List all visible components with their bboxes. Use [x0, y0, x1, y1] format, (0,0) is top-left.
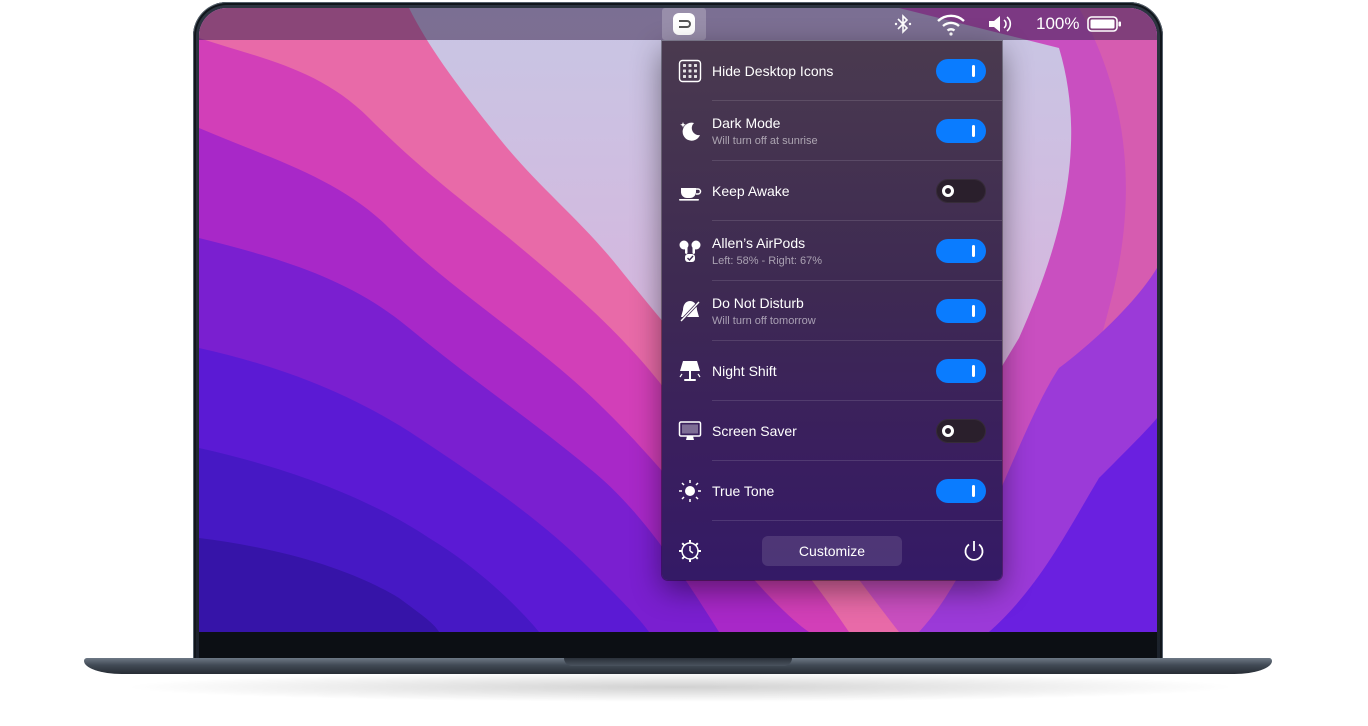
lamp-icon [678, 359, 702, 383]
menu-item-dark-mode[interactable]: Dark Mode Will turn off at sunrise [662, 101, 1002, 161]
menu-item-title: True Tone [712, 483, 775, 499]
power-icon[interactable] [962, 539, 986, 563]
menu-item-title: Hide Desktop Icons [712, 63, 834, 79]
menu-item-subtitle: Will turn off tomorrow [712, 315, 816, 327]
coffee-cup-icon [678, 179, 702, 203]
night-shift-toggle[interactable] [936, 359, 986, 383]
do-not-disturb-toggle[interactable] [936, 299, 986, 323]
menu-footer: Customize [662, 521, 1002, 580]
battery-icon[interactable] [1087, 8, 1123, 40]
airpods-toggle[interactable] [936, 239, 986, 263]
menu-item-title: Keep Awake [712, 183, 790, 199]
menu-item-airpods[interactable]: Allen’s AirPods Left: 58% - Right: 67% [662, 221, 1002, 281]
sun-icon [678, 479, 702, 503]
grid-icon [678, 59, 702, 83]
laptop-chin [199, 632, 1157, 658]
menu-item-hide-desktop-icons[interactable]: Hide Desktop Icons [662, 41, 1002, 101]
bluetooth-icon[interactable] [893, 8, 913, 40]
monitor-icon [678, 419, 702, 443]
moon-icon [678, 119, 702, 143]
menu-item-keep-awake[interactable]: Keep Awake [662, 161, 1002, 221]
menu-item-subtitle: Left: 58% - Right: 67% [712, 255, 823, 267]
keep-awake-toggle[interactable] [936, 179, 986, 203]
bell-slash-icon [678, 299, 702, 323]
screen-saver-toggle[interactable] [936, 419, 986, 443]
customize-button[interactable]: Customize [762, 536, 902, 566]
airpods-icon [678, 239, 702, 263]
laptop-opening-notch [564, 658, 792, 666]
menu-bar: 100% [199, 8, 1157, 40]
menu-item-title: Dark Mode [712, 115, 781, 131]
menu-item-do-not-disturb[interactable]: Do Not Disturb Will turn off tomorrow [662, 281, 1002, 341]
laptop-shadow [120, 672, 1240, 702]
gear-icon[interactable] [678, 539, 702, 563]
battery-percent: 100% [1036, 14, 1080, 33]
menu-item-night-shift[interactable]: Night Shift [662, 341, 1002, 401]
wifi-icon[interactable] [935, 8, 967, 40]
menu-item-subtitle: Will turn off at sunrise [712, 135, 818, 147]
dark-mode-toggle[interactable] [936, 119, 986, 143]
menu-item-screen-saver[interactable]: Screen Saver [662, 401, 1002, 461]
menu-item-title: Night Shift [712, 363, 777, 379]
shortcut-app-icon[interactable] [662, 8, 706, 40]
menu-item-title: Screen Saver [712, 423, 797, 439]
menu-item-title: Allen’s AirPods [712, 235, 806, 251]
menu-item-title: Do Not Disturb [712, 295, 804, 311]
volume-icon[interactable] [987, 8, 1015, 40]
hide-desktop-icons-toggle[interactable] [936, 59, 986, 83]
shortcut-menu-panel: Hide Desktop Icons Dark Mode Will turn o… [662, 41, 1002, 580]
menu-item-true-tone[interactable]: True Tone [662, 461, 1002, 521]
true-tone-toggle[interactable] [936, 479, 986, 503]
